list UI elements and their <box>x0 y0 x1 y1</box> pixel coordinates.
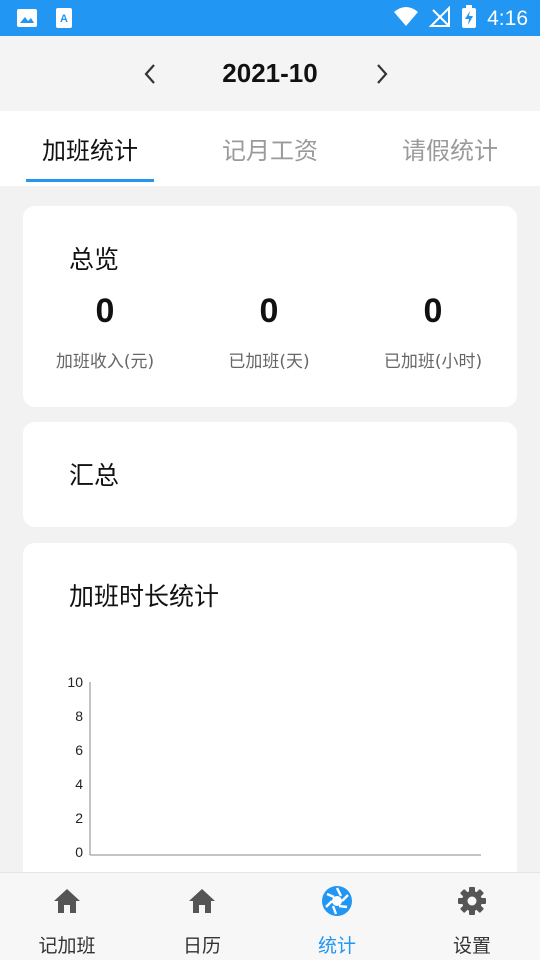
nav-record-overtime[interactable]: 记加班 <box>7 885 127 958</box>
chevron-right-icon <box>377 64 388 84</box>
month-selector: 2021-10 <box>0 36 540 111</box>
aperture-icon <box>277 885 397 917</box>
tab-leave-stats[interactable]: 请假统计 <box>386 131 514 165</box>
overview-title: 总览 <box>69 245 120 274</box>
y-tick-label: 0 <box>75 844 83 860</box>
gear-icon <box>412 885 532 917</box>
nav-calendar[interactable]: 日历 <box>142 885 262 958</box>
tab-monthly-salary[interactable]: 记月工资 <box>206 131 334 165</box>
stat-overtime-income: 0 加班收入(元) <box>25 292 185 372</box>
text-app-icon: A <box>54 7 76 33</box>
nav-label: 记加班 <box>38 935 96 957</box>
image-icon <box>16 7 38 33</box>
wifi-icon <box>393 6 419 32</box>
nav-settings[interactable]: 设置 <box>412 885 532 958</box>
y-tick-label: 2 <box>75 810 83 826</box>
summary-title: 汇总 <box>69 461 120 490</box>
summary-card: 汇总 <box>23 422 517 527</box>
stat-value: 0 <box>259 292 279 330</box>
status-bar: A 4:16 <box>0 0 540 36</box>
tab-overtime-stats[interactable]: 加班统计 <box>26 131 154 165</box>
tab-bar: 加班统计 记月工资 请假统计 <box>0 111 540 186</box>
y-tick-label: 10 <box>67 674 83 690</box>
stat-label: 已加班(小时) <box>383 352 483 372</box>
home-icon <box>142 885 262 917</box>
no-signal-icon <box>428 5 451 32</box>
duration-chart: 0 2 4 6 8 10 <box>67 674 481 860</box>
bottom-navigation: 记加班 日历 统计 设置 <box>0 872 540 960</box>
stat-label: 加班收入(元) <box>55 352 155 372</box>
nav-label: 统计 <box>317 935 356 957</box>
nav-statistics[interactable]: 统计 <box>277 885 397 958</box>
stat-value: 0 <box>423 292 443 330</box>
y-tick-label: 8 <box>75 708 83 724</box>
stat-label: 已加班(天) <box>228 352 310 372</box>
svg-text:A: A <box>60 13 68 25</box>
stat-overtime-days: 0 已加班(天) <box>189 292 349 372</box>
home-icon <box>7 885 127 917</box>
y-tick-label: 6 <box>75 742 83 758</box>
next-month-button[interactable] <box>368 60 396 88</box>
nav-label: 设置 <box>452 935 491 957</box>
current-month: 2021-10 <box>222 58 318 88</box>
duration-chart-card: 加班时长统计 0 2 4 6 8 10 <box>23 543 517 883</box>
stat-overtime-hours: 0 已加班(小时) <box>353 292 513 372</box>
battery-charging-icon <box>461 5 477 33</box>
overview-card: 总览 0 加班收入(元) 0 已加班(天) 0 已加班(小时) <box>23 206 517 407</box>
stat-value: 0 <box>95 292 115 330</box>
y-tick-label: 4 <box>75 776 83 792</box>
tab-indicator <box>26 179 154 182</box>
status-time: 4:16 <box>487 7 528 30</box>
nav-label: 日历 <box>182 935 221 957</box>
